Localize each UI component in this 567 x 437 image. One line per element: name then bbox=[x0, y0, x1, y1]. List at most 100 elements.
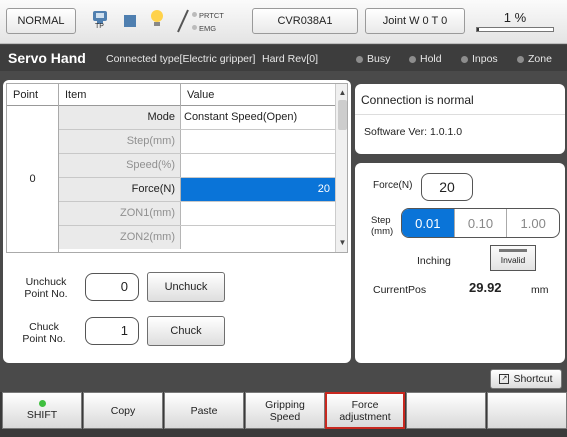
scroll-down-icon[interactable]: ▼ bbox=[336, 236, 347, 250]
point-settings-panel: Point Item Value 0 Mode Constant Speed(O… bbox=[3, 80, 351, 363]
table-header: Point Item Value bbox=[7, 84, 335, 106]
status-zone-label: Zone bbox=[528, 53, 552, 65]
copy-key[interactable]: Copy bbox=[83, 392, 163, 429]
row-value-cell[interactable] bbox=[181, 154, 335, 177]
unchuck-point-input[interactable]: 0 bbox=[85, 273, 139, 301]
table-row[interactable]: Mode Constant Speed(Open) bbox=[59, 106, 335, 130]
table-row-selected[interactable]: Force(N) 20 bbox=[59, 178, 335, 202]
emg-indicator: EMG bbox=[192, 24, 216, 33]
row-value-cell[interactable] bbox=[181, 202, 335, 225]
emg-led-icon bbox=[192, 25, 197, 30]
step-option-0-10[interactable]: 0.10 bbox=[455, 209, 508, 237]
row-item-label: Speed(%) bbox=[59, 154, 181, 177]
hard-rev: Hard Rev[0] bbox=[262, 53, 319, 65]
table-row[interactable]: Step(mm) bbox=[59, 130, 335, 154]
step-option-0-01[interactable]: 0.01 bbox=[402, 209, 455, 237]
current-position-value: 29.92 bbox=[469, 280, 502, 295]
chuck-point-label: Chuck Point No. bbox=[22, 321, 66, 345]
speed-progress-bar bbox=[476, 27, 554, 32]
robot-select-button[interactable]: CVR038A1 bbox=[252, 8, 358, 34]
force-adjustment-key-label: Force adjustment bbox=[339, 398, 391, 423]
shift-key[interactable]: SHIFT bbox=[2, 392, 82, 429]
point-number-cell: 0 bbox=[7, 106, 59, 252]
inching-toggle-button[interactable]: Invalid bbox=[490, 245, 536, 271]
row-item-label: Mode bbox=[59, 106, 181, 129]
inching-toggle-label: Invalid bbox=[500, 255, 526, 265]
step-selector: 0.01 0.10 1.00 bbox=[401, 208, 560, 238]
unchuck-button-label: Unchuck bbox=[164, 281, 208, 293]
status-hold-label: Hold bbox=[420, 53, 442, 65]
row-item-label: ZON2(mm) bbox=[59, 226, 181, 249]
lightbulb-icon bbox=[150, 9, 164, 36]
teach-pendant-icon: TP bbox=[91, 9, 109, 36]
connection-status: Connection is normal bbox=[361, 93, 474, 107]
table-scrollbar[interactable]: ▲ ▼ bbox=[335, 84, 347, 252]
force-adjustment-key[interactable]: Force adjustment bbox=[325, 392, 405, 429]
shift-led-icon bbox=[38, 400, 46, 407]
table-row[interactable]: Speed(%) bbox=[59, 154, 335, 178]
shortcut-button[interactable]: ↗ Shortcut bbox=[490, 369, 562, 389]
row-value-cell[interactable] bbox=[181, 130, 335, 153]
table-row[interactable]: ZON1(mm) bbox=[59, 202, 335, 226]
scroll-up-icon[interactable]: ▲ bbox=[336, 86, 347, 100]
step-option-1-00[interactable]: 1.00 bbox=[507, 209, 559, 237]
mode-label: NORMAL bbox=[17, 15, 65, 27]
unchuck-button[interactable]: Unchuck bbox=[147, 272, 225, 302]
mode-button[interactable]: NORMAL bbox=[6, 8, 76, 34]
point-table: Point Item Value 0 Mode Constant Speed(O… bbox=[6, 83, 348, 253]
step-label: Step (mm) bbox=[371, 215, 394, 237]
shortcut-label: Shortcut bbox=[513, 373, 553, 385]
title-bar: Servo Hand Connected type[Electric gripp… bbox=[0, 45, 567, 71]
toggle-indicator-icon bbox=[499, 249, 527, 252]
tp-label: TP bbox=[95, 23, 104, 30]
prtct-label: PRTCT bbox=[199, 11, 224, 20]
status-zone: Zone bbox=[517, 53, 552, 65]
row-value-cell-selected[interactable]: 20 bbox=[181, 178, 335, 201]
column-header-value: Value bbox=[187, 89, 215, 101]
paste-key[interactable]: Paste bbox=[164, 392, 244, 429]
row-item-label: ZON1(mm) bbox=[59, 202, 181, 225]
joint-label: Joint W 0 T 0 bbox=[382, 15, 448, 27]
joint-mode-button[interactable]: Joint W 0 T 0 bbox=[365, 8, 465, 34]
status-inpos: Inpos bbox=[461, 53, 498, 65]
row-item-label: Force(N) bbox=[59, 178, 181, 201]
speed-label: 1 % bbox=[503, 10, 527, 25]
force-label: Force(N) bbox=[373, 180, 413, 191]
scrollbar-thumb[interactable] bbox=[338, 100, 347, 130]
paste-key-label: Paste bbox=[190, 404, 218, 417]
emg-label: EMG bbox=[199, 24, 217, 33]
unchuck-point-label: Unchuck Point No. bbox=[24, 276, 68, 300]
page-title: Servo Hand bbox=[8, 50, 86, 66]
function-key-7[interactable] bbox=[487, 392, 567, 429]
row-value-cell[interactable] bbox=[181, 226, 335, 249]
pen-icon bbox=[175, 8, 191, 39]
shortcut-icon: ↗ bbox=[499, 374, 510, 384]
inpos-led-icon bbox=[461, 56, 468, 63]
shift-key-label: SHIFT bbox=[26, 409, 58, 421]
status-inpos-label: Inpos bbox=[472, 53, 498, 65]
software-version: Software Ver: 1.0.1.0 bbox=[364, 126, 463, 138]
busy-led-icon bbox=[356, 56, 363, 63]
current-position-label: CurrentPos bbox=[373, 284, 427, 296]
inching-label: Inching bbox=[417, 255, 451, 267]
table-row[interactable]: ZON2(mm) bbox=[59, 226, 335, 250]
stop-square-icon bbox=[124, 14, 136, 32]
row-value-cell[interactable]: Constant Speed(Open) bbox=[181, 106, 335, 129]
force-jog-panel: Force(N) 20 Step (mm) 0.01 0.10 1.00 Inc… bbox=[355, 163, 565, 363]
chuck-button-label: Chuck bbox=[170, 325, 202, 337]
robot-label: CVR038A1 bbox=[277, 15, 333, 27]
row-item-label: Step(mm) bbox=[59, 130, 181, 153]
chuck-point-input[interactable]: 1 bbox=[85, 317, 139, 345]
copy-key-label: Copy bbox=[110, 404, 136, 417]
connection-panel: Connection is normal Software Ver: 1.0.1… bbox=[355, 84, 565, 154]
force-input[interactable]: 20 bbox=[421, 173, 473, 201]
top-status-bar: NORMAL TP PRTCT EMG CVR038A1 Joint W 0 T… bbox=[0, 0, 567, 44]
column-header-point: Point bbox=[7, 84, 59, 106]
chuck-button[interactable]: Chuck bbox=[147, 316, 225, 346]
column-header-item: Item bbox=[59, 84, 181, 106]
prtct-led-icon bbox=[192, 12, 197, 17]
divider bbox=[355, 114, 565, 115]
function-key-6[interactable] bbox=[406, 392, 486, 429]
speed-indicator[interactable]: 1 % bbox=[470, 8, 560, 34]
gripping-speed-key[interactable]: Gripping Speed bbox=[245, 392, 325, 429]
